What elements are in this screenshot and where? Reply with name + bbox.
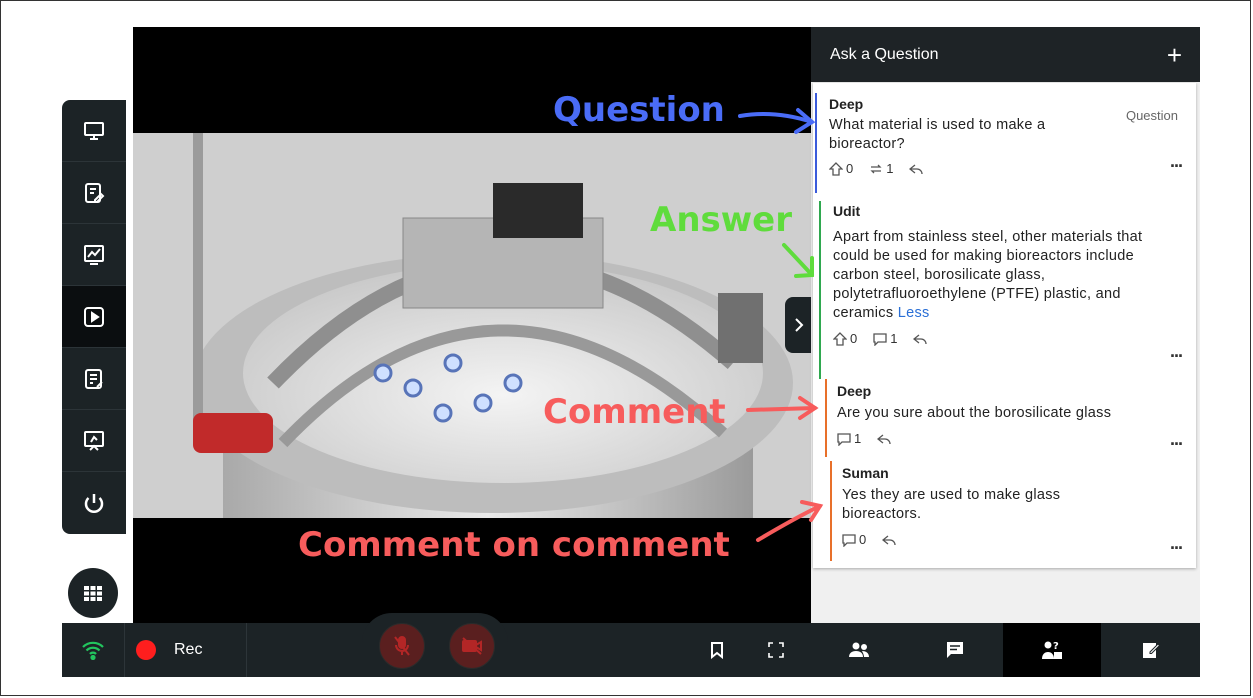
annotation-arrows bbox=[738, 108, 824, 542]
